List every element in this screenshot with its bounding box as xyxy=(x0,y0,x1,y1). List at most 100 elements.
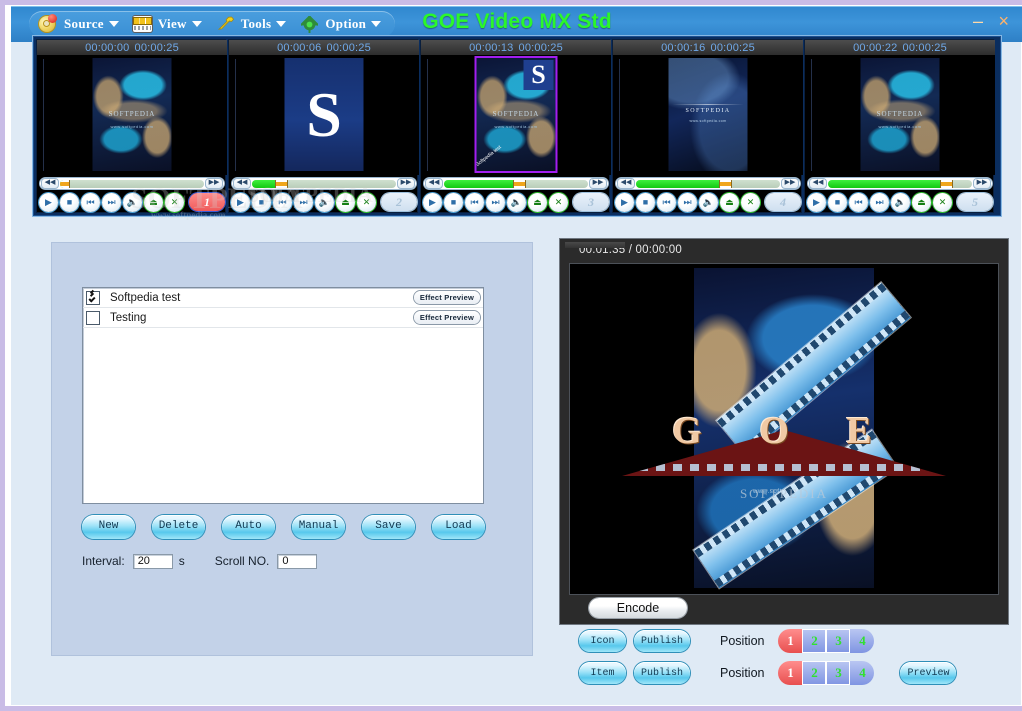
rewind-icon[interactable]: ◀◀ xyxy=(617,178,635,189)
seek-handle[interactable] xyxy=(60,180,69,188)
play-icon[interactable]: ▶ xyxy=(807,193,826,212)
preview-button[interactable]: Preview xyxy=(900,662,956,684)
prev-track-icon[interactable]: ⏮ xyxy=(657,193,676,212)
video-thumbnail[interactable]: SOFTPEDIAwww.softpedia.com xyxy=(669,58,748,171)
icon-target-button[interactable]: Icon xyxy=(579,630,626,652)
item-publish-button[interactable]: Publish xyxy=(634,662,690,684)
position-option-1[interactable]: 1 xyxy=(778,661,802,685)
item-position-selector[interactable]: 1234 xyxy=(778,661,874,685)
position-option-1[interactable]: 1 xyxy=(778,629,802,653)
close-clip-icon[interactable]: ✕ xyxy=(165,193,184,212)
seek-track[interactable] xyxy=(828,180,972,188)
row-checkbox[interactable] xyxy=(86,311,100,325)
seek-handle[interactable] xyxy=(941,180,952,188)
close-clip-icon[interactable]: ✕ xyxy=(549,193,568,212)
prev-track-icon[interactable]: ⏮ xyxy=(273,193,292,212)
prev-track-icon[interactable]: ⏮ xyxy=(465,193,484,212)
seek-track[interactable] xyxy=(60,180,204,188)
fast-forward-icon[interactable]: ▶▶ xyxy=(205,178,223,189)
prev-track-icon[interactable]: ⏮ xyxy=(849,193,868,212)
fast-forward-icon[interactable]: ▶▶ xyxy=(781,178,799,189)
next-track-icon[interactable]: ⏭ xyxy=(294,193,313,212)
panel-number-badge[interactable]: 2 xyxy=(381,193,417,211)
seek-bar[interactable]: ◀◀ ▶▶ xyxy=(807,177,993,190)
position-option-3[interactable]: 3 xyxy=(826,629,850,653)
stop-icon[interactable]: ■ xyxy=(636,193,655,212)
scroll-no-input[interactable] xyxy=(277,554,317,569)
prev-track-icon[interactable]: ⏮ xyxy=(81,193,100,212)
eject-icon[interactable]: ⏏ xyxy=(336,193,355,212)
stop-icon[interactable]: ■ xyxy=(444,193,463,212)
effect-preview-button[interactable]: Effect Preview xyxy=(414,311,480,324)
video-panel[interactable]: 00:00:1600:00:25SOFTPEDIAwww.softpedia.c… xyxy=(612,39,802,213)
delete-button[interactable]: Delete xyxy=(152,515,205,539)
position-option-2[interactable]: 2 xyxy=(802,629,826,653)
menu-item-option[interactable]: Option xyxy=(300,15,381,33)
video-thumbnail[interactable]: SOFTPEDIAwww.softpedia.com xyxy=(93,58,172,171)
fast-forward-icon[interactable]: ▶▶ xyxy=(589,178,607,189)
video-panel[interactable]: 00:00:1300:00:25SOFTPEDIAwww.softpedia.c… xyxy=(420,39,610,213)
play-icon[interactable]: ▶ xyxy=(615,193,634,212)
volume-icon[interactable]: 🔈 xyxy=(891,193,910,212)
video-panel[interactable]: 00:00:0000:00:25SOFTPEDIAwww.softpedia.c… xyxy=(36,39,226,213)
seek-bar[interactable]: ◀◀ ▶▶ xyxy=(231,177,417,190)
table-row[interactable]: TestingEffect Preview xyxy=(83,308,483,328)
rewind-icon[interactable]: ◀◀ xyxy=(41,178,59,189)
panel-number-badge[interactable]: 3 xyxy=(573,193,609,211)
save-button[interactable]: Save xyxy=(362,515,415,539)
preview-stage[interactable]: SOFTPEDIA www.softpedia.com G O E SOFTPE… xyxy=(569,263,999,595)
video-panel[interactable]: 00:00:2200:00:25SOFTPEDIAwww.softpedia.c… xyxy=(804,39,994,213)
position-option-4[interactable]: 4 xyxy=(850,661,874,685)
menu-item-view[interactable]: View xyxy=(133,15,202,33)
fast-forward-icon[interactable]: ▶▶ xyxy=(397,178,415,189)
minimize-button[interactable]: – xyxy=(973,12,983,30)
seek-handle[interactable] xyxy=(514,180,525,188)
menu-item-source[interactable]: Source xyxy=(39,15,119,33)
manual-button[interactable]: Manual xyxy=(292,515,345,539)
seek-handle[interactable] xyxy=(276,180,287,188)
seek-bar[interactable]: ◀◀ ▶▶ xyxy=(615,177,801,190)
video-thumbnail[interactable]: SOFTPEDIAwww.softpedia.com xyxy=(861,58,940,171)
close-clip-icon[interactable]: ✕ xyxy=(741,193,760,212)
load-button[interactable]: Load xyxy=(432,515,485,539)
close-button[interactable]: × xyxy=(998,12,1009,30)
position-option-4[interactable]: 4 xyxy=(850,629,874,653)
seek-bar[interactable]: ◀◀ ▶▶ xyxy=(423,177,609,190)
item-target-button[interactable]: Item xyxy=(579,662,626,684)
stop-icon[interactable]: ■ xyxy=(252,193,271,212)
rewind-icon[interactable]: ◀◀ xyxy=(425,178,443,189)
next-track-icon[interactable]: ⏭ xyxy=(870,193,889,212)
volume-icon[interactable]: 🔈 xyxy=(123,193,142,212)
row-checkbox[interactable] xyxy=(86,291,100,305)
play-icon[interactable]: ▶ xyxy=(39,193,58,212)
menu-item-tools[interactable]: Tools xyxy=(216,15,287,33)
seek-track[interactable] xyxy=(636,180,780,188)
video-panel[interactable]: 00:00:0600:00:25S◀◀▶▶▶■⏮⏭🔈⏏✕2 xyxy=(228,39,418,213)
rewind-icon[interactable]: ◀◀ xyxy=(809,178,827,189)
next-track-icon[interactable]: ⏭ xyxy=(486,193,505,212)
rewind-icon[interactable]: ◀◀ xyxy=(233,178,251,189)
video-thumbnail[interactable]: S xyxy=(285,58,364,171)
next-track-icon[interactable]: ⏭ xyxy=(102,193,121,212)
table-row[interactable]: Softpedia testEffect Preview xyxy=(83,288,483,308)
eject-icon[interactable]: ⏏ xyxy=(144,193,163,212)
stop-icon[interactable]: ■ xyxy=(828,193,847,212)
fast-forward-icon[interactable]: ▶▶ xyxy=(973,178,991,189)
stop-icon[interactable]: ■ xyxy=(60,193,79,212)
close-clip-icon[interactable]: ✕ xyxy=(933,193,952,212)
playlist-list[interactable]: Softpedia testEffect PreviewTestingEffec… xyxy=(82,287,484,504)
panel-number-badge[interactable]: 4 xyxy=(765,193,801,211)
interval-input[interactable] xyxy=(133,554,173,569)
new-button[interactable]: New xyxy=(82,515,135,539)
position-option-3[interactable]: 3 xyxy=(826,661,850,685)
seek-handle[interactable] xyxy=(720,180,731,188)
seek-track[interactable] xyxy=(444,180,588,188)
seek-bar[interactable]: ◀◀ ▶▶ xyxy=(39,177,225,190)
eject-icon[interactable]: ⏏ xyxy=(528,193,547,212)
encode-button[interactable]: Encode xyxy=(589,598,687,618)
play-icon[interactable]: ▶ xyxy=(231,193,250,212)
volume-icon[interactable]: 🔈 xyxy=(699,193,718,212)
video-thumbnail[interactable]: SOFTPEDIAwww.softpedia.comSSoftpedia tes… xyxy=(477,58,556,171)
effect-preview-button[interactable]: Effect Preview xyxy=(414,291,480,304)
icon-position-selector[interactable]: 1234 xyxy=(778,629,874,653)
